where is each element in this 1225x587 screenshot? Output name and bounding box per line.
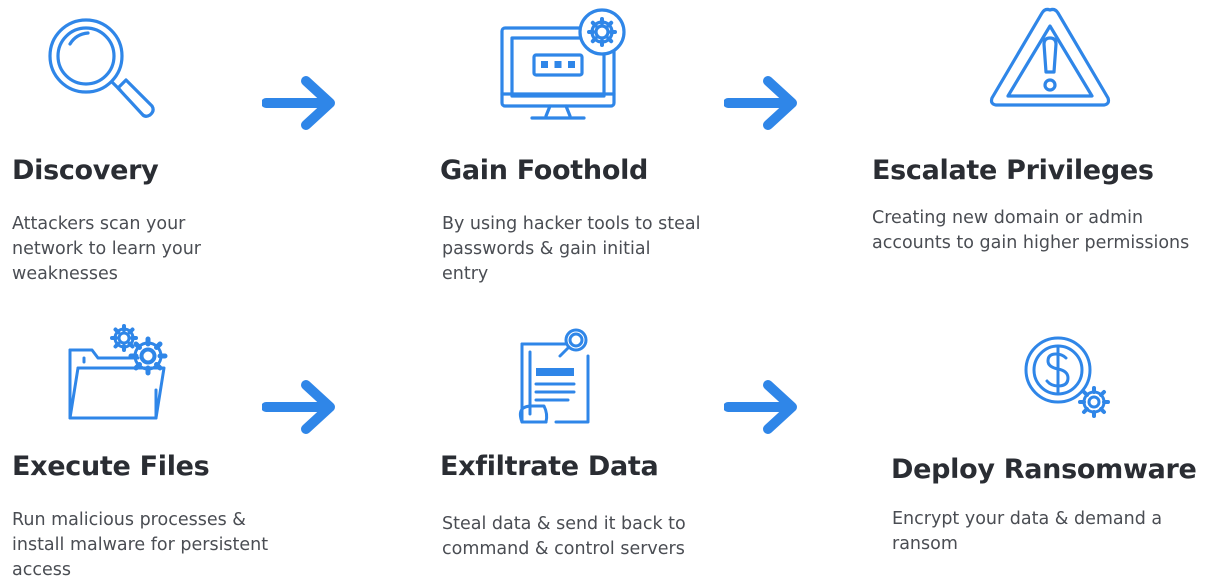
folder-gears-icon	[64, 320, 189, 425]
stage-description: Encrypt your data & demand a ransom	[892, 509, 1163, 554]
magnifier-icon	[38, 8, 168, 123]
stage-title: Escalate Privileges	[872, 155, 1154, 186]
monitor-gear-icon	[498, 2, 638, 127]
stage-title: Exfiltrate Data	[440, 451, 659, 482]
stage-description: Creating new domain or admin accounts to…	[872, 208, 1190, 253]
stage-title: Discovery	[12, 155, 159, 186]
arrow-right-icon	[262, 73, 342, 133]
dollar-gear-icon	[1018, 334, 1128, 424]
stage-description: Attackers scan your network to learn you…	[12, 214, 202, 284]
document-search-icon	[512, 326, 612, 431]
warning-triangle-icon	[988, 4, 1113, 112]
stage-title: Gain Foothold	[440, 155, 649, 186]
stage-title: Deploy Ransomware	[891, 454, 1197, 485]
stage-description: Run malicious processes & install malwar…	[12, 510, 269, 580]
arrow-right-icon	[262, 377, 342, 437]
stage-description: Steal data & send it back to command & c…	[442, 514, 686, 559]
arrow-right-icon	[724, 377, 804, 437]
stage-description: By using hacker tools to steal passwords…	[442, 214, 701, 284]
arrow-right-icon	[724, 73, 804, 133]
stage-title: Execute Files	[12, 451, 210, 482]
